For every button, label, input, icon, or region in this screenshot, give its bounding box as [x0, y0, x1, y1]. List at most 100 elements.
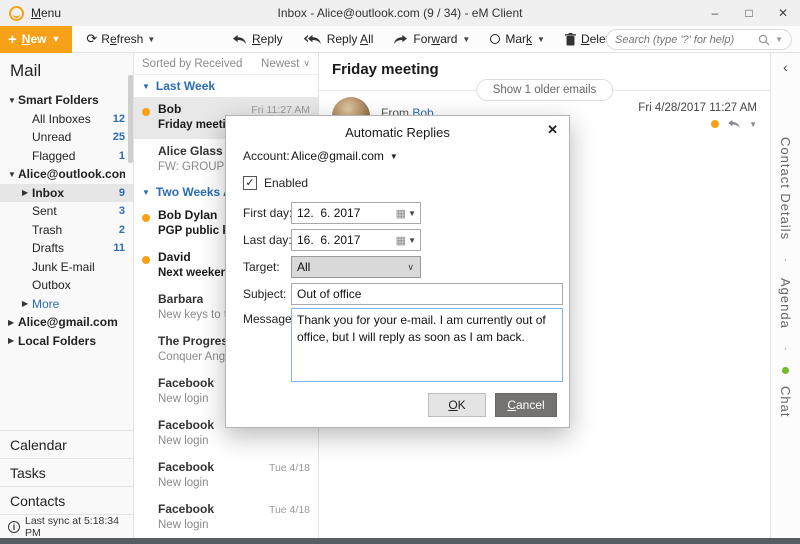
sidebar-tab-calendar[interactable]: Calendar — [0, 430, 133, 458]
enabled-checkbox[interactable]: ✓ — [243, 176, 257, 190]
last-day-input[interactable] — [292, 233, 396, 247]
sidebar-folder-alice-gmail-com[interactable]: ▶ Alice@gmail.com — [0, 313, 133, 332]
expand-arrow-icon[interactable]: ▼ — [8, 96, 18, 105]
sort-label[interactable]: Sorted by Received — [142, 58, 242, 70]
email-list-item[interactable]: Facebook Tue 4/18 New login — [134, 497, 318, 538]
folder-label: Flagged — [32, 148, 76, 163]
folder-label: Unread — [32, 130, 72, 145]
mark-button[interactable]: Mark ▼ — [490, 32, 545, 46]
sidebar-scrollbar[interactable] — [128, 75, 133, 163]
sidebar-bottom-tabs: Calendar Tasks Contacts i Last sync at 5:1… — [0, 430, 133, 539]
trash-icon — [564, 32, 576, 45]
email-sender: Alice Glass — [158, 144, 223, 158]
sidebar-tab-tasks[interactable]: Tasks — [0, 458, 133, 486]
email-list-item[interactable]: Facebook Tue 4/18 New login — [134, 455, 318, 497]
expand-arrow-icon[interactable]: ▶ — [22, 188, 32, 197]
expand-arrow-icon[interactable]: ▶ — [8, 336, 18, 345]
rail-tab-chat[interactable]: Chat — [778, 386, 793, 417]
reply-arrow-icon — [233, 34, 246, 44]
folder-label: All Inboxes — [32, 111, 91, 126]
account-label: Account: — [243, 149, 290, 163]
sidebar-folder-all-inboxes[interactable]: All Inboxes 12 — [0, 110, 133, 129]
show-older-emails-button[interactable]: Show 1 older emails — [475, 79, 614, 101]
sidebar-tab-contacts[interactable]: Contacts — [0, 486, 133, 514]
reply-all-button[interactable]: Reply All — [303, 32, 373, 46]
mail-section-title: Mail — [10, 61, 42, 80]
refresh-button[interactable]: ⟳ Refresh ▼ — [86, 31, 155, 47]
bottom-status-bar — [0, 538, 800, 544]
expand-arrow-icon: ▼ — [142, 187, 150, 197]
sidebar-folder-flagged[interactable]: Flagged 1 — [0, 147, 133, 166]
list-header: Sorted by Received Newest ∨ — [134, 53, 318, 75]
chat-online-dot-icon — [782, 366, 789, 374]
folder-label: Outbox — [32, 278, 71, 293]
close-icon[interactable]: ✕ — [766, 6, 800, 20]
search-box[interactable]: ▼ — [606, 29, 792, 50]
email-subject: New login — [158, 435, 209, 447]
new-button[interactable]: + New ▼ — [0, 25, 73, 53]
collapse-chevron-icon[interactable]: ‹ — [783, 59, 788, 75]
chevron-down-icon: ∨ — [407, 261, 414, 272]
subject-input[interactable] — [292, 284, 562, 304]
folder-label: Alice@outlook.com — [18, 167, 125, 182]
sidebar-folder-trash[interactable]: Trash 2 — [0, 221, 133, 240]
sidebar-folder-sent[interactable]: Sent 3 — [0, 202, 133, 221]
close-icon[interactable]: ✕ — [547, 122, 558, 138]
maximize-icon[interactable]: □ — [732, 6, 766, 20]
folder-label: Inbox — [32, 185, 64, 200]
chevron-down-icon: ▼ — [147, 34, 156, 44]
sidebar-folder-local-folders[interactable]: ▶ Local Folders — [0, 332, 133, 351]
account-dropdown[interactable]: Alice@gmail.com ▼ — [291, 149, 398, 163]
message-field: Thank you for your e-mail. I am currentl… — [291, 308, 563, 382]
emclient-logo-icon — [9, 5, 24, 21]
sort-order-dropdown[interactable]: Newest ∨ — [261, 58, 310, 70]
list-section-header[interactable]: ▼ Last Week — [134, 75, 318, 97]
first-day-input[interactable] — [292, 206, 396, 220]
sidebar-folder-outbox[interactable]: Outbox — [0, 276, 133, 295]
calendar-icon: ▦ — [395, 234, 407, 247]
forward-button[interactable]: Forward ▼ — [393, 32, 470, 46]
last-day-datepicker[interactable]: ▦ ▼ — [291, 229, 421, 251]
first-day-label: First day: — [243, 206, 293, 220]
menu-button[interactable]: Menu — [31, 6, 61, 20]
expand-arrow-icon[interactable]: ▶ — [22, 299, 32, 308]
folder-sidebar: Mail ▼ Smart Folders All Inboxes 12 Unread 25… — [0, 53, 134, 539]
message-textarea[interactable]: Thank you for your e-mail. I am currentl… — [292, 309, 562, 381]
ok-button[interactable]: OK — [428, 393, 486, 417]
sidebar-folder-smart-folders[interactable]: ▼ Smart Folders — [0, 91, 133, 110]
sidebar-folder-unread[interactable]: Unread 25 — [0, 128, 133, 147]
window-controls: – □ ✕ — [698, 6, 800, 20]
first-day-datepicker[interactable]: ▦ ▼ — [291, 202, 421, 224]
sidebar-folder-drafts[interactable]: Drafts 11 — [0, 239, 133, 258]
subject-field — [291, 283, 563, 305]
email-date: Tue 4/18 — [268, 462, 310, 474]
folder-label: Junk E-mail — [32, 259, 95, 274]
email-sender: Barbara — [158, 292, 204, 306]
sidebar-folder-junk-e-mail[interactable]: Junk E-mail — [0, 258, 133, 277]
minimize-icon[interactable]: – — [698, 6, 732, 20]
search-input[interactable] — [615, 33, 754, 46]
message-label: Message — [243, 312, 292, 326]
unread-count-badge: 3 — [118, 205, 125, 218]
target-select[interactable]: All ∨ — [291, 256, 421, 278]
expand-arrow-icon[interactable]: ▶ — [8, 318, 18, 327]
email-subject: New login — [158, 477, 209, 489]
chevron-down-icon: ▼ — [408, 235, 416, 245]
reply-arrow-icon[interactable] — [727, 119, 741, 129]
rail-tab-contact-details[interactable]: Contact Details — [778, 137, 793, 240]
cancel-button[interactable]: Cancel — [495, 393, 557, 417]
chevron-down-icon: ∨ — [303, 58, 310, 68]
rail-tab-agenda[interactable]: Agenda — [778, 278, 793, 329]
right-rail: ‹ Contact Details · Agenda · Chat — [770, 53, 800, 538]
chevron-down-icon: ▼ — [537, 34, 545, 44]
reply-button[interactable]: Reply — [232, 32, 283, 46]
rail-separator-dot: · — [783, 252, 788, 267]
expand-arrow-icon[interactable]: ▼ — [8, 170, 18, 179]
sidebar-folder-more[interactable]: ▶ More — [0, 295, 133, 314]
unread-dot-icon[interactable] — [711, 120, 720, 128]
email-sender: Facebook — [158, 418, 215, 432]
unread-count-badge: 25 — [112, 131, 125, 144]
chevron-down-icon[interactable]: ▼ — [749, 120, 757, 129]
sidebar-folder-inbox[interactable]: ▶ Inbox 9 — [0, 183, 133, 202]
sidebar-folder-alice-outlook-com[interactable]: ▼ Alice@outlook.com — [0, 165, 133, 184]
